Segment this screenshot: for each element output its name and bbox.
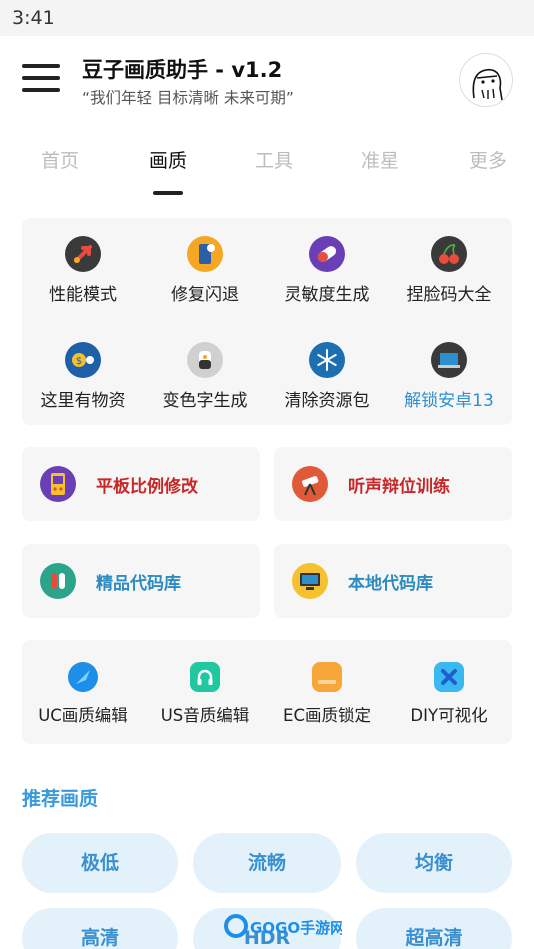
rocket-icon	[65, 236, 101, 272]
preset-very-low[interactable]: 极低	[22, 833, 178, 893]
compass-icon	[68, 662, 98, 692]
sound-training-label: 听声辩位训练	[348, 477, 450, 497]
avatar[interactable]	[459, 53, 513, 107]
telescope-icon	[292, 466, 328, 502]
cup-icon	[187, 342, 223, 378]
computer-icon	[292, 563, 328, 599]
tab-crosshair[interactable]: 准星	[340, 146, 420, 173]
feature-label: 解锁安卓13	[404, 391, 494, 411]
feature-label: 修复闪退	[171, 285, 239, 305]
preset-balanced[interactable]: 均衡	[356, 833, 512, 893]
feature-label: 灵敏度生成	[284, 285, 370, 305]
app-title: 豆子画质助手 - v1.2	[82, 58, 283, 82]
local-code-lib-label: 本地代码库	[348, 574, 433, 594]
watermark-logo: GOGO手游网	[222, 912, 345, 949]
pill-icon	[309, 236, 345, 272]
diy-visual[interactable]: DIY可视化	[388, 640, 510, 744]
feature-unlock-android13[interactable]: 解锁安卓13	[388, 324, 510, 419]
snowflake-icon	[309, 342, 345, 378]
us-sound-editor[interactable]: US音质编辑	[144, 640, 266, 744]
tablet-ratio-button[interactable]: 平板比例修改	[22, 447, 260, 521]
tab-more[interactable]: 更多	[448, 146, 528, 173]
feature-label: 这里有物资	[40, 391, 126, 411]
editor-label: UC画质编辑	[38, 706, 128, 725]
sound-training-button[interactable]: 听声辩位训练	[274, 447, 512, 521]
premium-code-lib-button[interactable]: 精品代码库	[22, 544, 260, 618]
feature-grid: 性能模式 修复闪退 灵敏度生成 捏脸码大全 $ 这里有物资 变色字生成 清除资源…	[22, 218, 512, 425]
cherry-icon	[431, 236, 467, 272]
feature-color-text[interactable]: 变色字生成	[144, 324, 266, 419]
tab-quality[interactable]: 画质	[128, 146, 208, 173]
feature-sensitivity[interactable]: 灵敏度生成	[266, 218, 388, 313]
laptop-icon	[431, 342, 467, 378]
editor-label: EC画质锁定	[283, 706, 371, 725]
headphone-icon	[190, 662, 220, 692]
preset-hd[interactable]: 高清	[22, 908, 178, 949]
feature-fix-crash[interactable]: 修复闪退	[144, 218, 266, 313]
section-title: 推荐画质	[22, 788, 99, 810]
money-icon: $	[65, 342, 101, 378]
editor-label: DIY可视化	[410, 706, 488, 725]
feature-clear-resources[interactable]: 清除资源包	[266, 324, 388, 419]
app-subtitle: “我们年轻 目标清晰 未来可期”	[82, 89, 294, 107]
tab-bar: 首页 画质 工具 准星 更多	[0, 140, 534, 200]
tablet-ratio-label: 平板比例修改	[96, 477, 198, 497]
tab-home[interactable]: 首页	[20, 146, 100, 173]
chip-icon	[40, 563, 76, 599]
svg-text:$: $	[76, 356, 82, 367]
tab-indicator	[153, 191, 183, 195]
uc-quality-editor[interactable]: UC画质编辑	[22, 640, 144, 744]
app-header: 豆子画质助手 - v1.2 “我们年轻 目标清晰 未来可期”	[0, 36, 534, 128]
gameboy-icon	[40, 466, 76, 502]
feature-performance-mode[interactable]: 性能模式	[22, 218, 144, 313]
diamond-icon	[434, 662, 464, 692]
status-bar: 3:41	[0, 0, 534, 36]
editor-label: US音质编辑	[160, 706, 250, 725]
feature-label: 性能模式	[49, 285, 117, 305]
feature-label: 清除资源包	[284, 391, 370, 411]
phone-icon	[187, 236, 223, 272]
svg-text:GOGO手游网: GOGO手游网	[250, 919, 342, 937]
ec-quality-lock[interactable]: EC画质锁定	[266, 640, 388, 744]
preset-ultra-hd[interactable]: 超高清	[356, 908, 512, 949]
tab-tools[interactable]: 工具	[234, 146, 314, 173]
card-icon	[312, 662, 342, 692]
feature-face-codes[interactable]: 捏脸码大全	[388, 218, 510, 313]
preset-smooth[interactable]: 流畅	[193, 833, 341, 893]
status-time: 3:41	[12, 7, 55, 29]
local-code-lib-button[interactable]: 本地代码库	[274, 544, 512, 618]
editor-row: UC画质编辑 US音质编辑 EC画质锁定 DIY可视化	[22, 640, 512, 744]
menu-icon[interactable]	[22, 64, 60, 96]
feature-label: 变色字生成	[162, 391, 248, 411]
feature-supplies[interactable]: $ 这里有物资	[22, 324, 144, 419]
feature-label: 捏脸码大全	[406, 285, 492, 305]
premium-code-lib-label: 精品代码库	[96, 574, 181, 594]
